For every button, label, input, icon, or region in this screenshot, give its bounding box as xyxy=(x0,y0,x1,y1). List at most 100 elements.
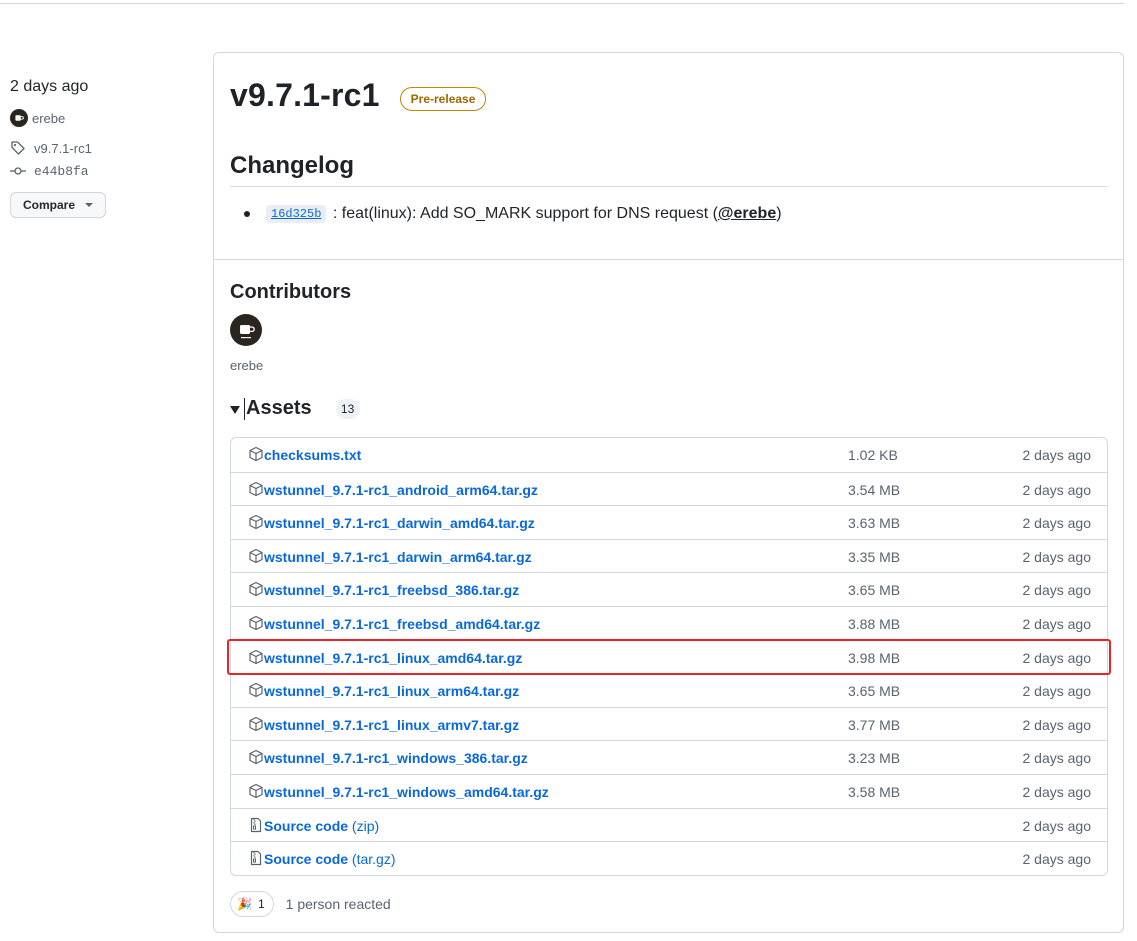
compare-button[interactable]: Compare xyxy=(10,192,107,218)
asset-link[interactable]: wstunnel_9.7.1-rc1_darwin_amd64.tar.gz xyxy=(264,515,535,531)
asset-size: 3.23 MB xyxy=(848,750,901,767)
package-icon xyxy=(248,514,264,530)
asset-link[interactable]: wstunnel_9.7.1-rc1_darwin_arm64.tar.gz xyxy=(264,549,532,565)
bullet-icon xyxy=(244,211,250,217)
asset-row: wstunnel_9.7.1-rc1_linux_arm64.tar.gz 3.6… xyxy=(231,673,1107,707)
asset-row: wstunnel_9.7.1-rc1_darwin_amd64.tar.gz 3.… xyxy=(231,505,1107,539)
source-code-row: Source code (zip) 2 days ago xyxy=(231,807,1107,842)
asset-size: 3.77 MB xyxy=(848,716,901,733)
asset-row: wstunnel_9.7.1-rc1_android_arm64.tar.gz 3… xyxy=(231,471,1107,506)
asset-row: wstunnel_9.7.1-rc1_linux_armv7.tar.gz 3.7… xyxy=(231,706,1107,741)
reaction-summary: 1 person reacted xyxy=(285,896,391,912)
file-zip-icon xyxy=(248,850,264,866)
asset-link[interactable]: wstunnel_9.7.1-rc1_windows_amd64.tar.gz xyxy=(264,784,549,800)
asset-link[interactable]: wstunnel_9.7.1-rc1_freebsd_amd64.tar.gz xyxy=(264,616,540,632)
changelog-commit-link[interactable]: 16d325b xyxy=(266,205,327,223)
asset-size: 3.65 MB xyxy=(848,582,901,599)
author-name[interactable]: erebe xyxy=(32,111,65,126)
package-icon xyxy=(248,481,264,497)
release-meta: 2 days ago erebe v9.7.1-rc1 e44b8fa Comp… xyxy=(10,78,200,218)
compare-label: Compare xyxy=(23,198,76,212)
package-icon xyxy=(248,446,264,462)
author-avatar[interactable] xyxy=(10,108,28,128)
package-icon xyxy=(248,749,264,765)
package-icon xyxy=(248,548,264,564)
changelog-rule xyxy=(230,186,1108,187)
changelog-text-end: ) xyxy=(776,205,782,222)
section-divider xyxy=(214,259,1123,260)
reaction-button[interactable]: 🎉 1 xyxy=(230,891,274,917)
asset-row: wstunnel_9.7.1-rc1_freebsd_amd64.tar.gz 3… xyxy=(231,605,1107,640)
asset-date: 2 days ago xyxy=(1022,582,1092,599)
asset-date: 2 days ago xyxy=(1022,783,1092,800)
release-title[interactable]: v9.7.1-rc1 xyxy=(230,77,380,114)
text-cursor xyxy=(244,397,245,420)
commit-icon xyxy=(10,163,28,179)
package-icon xyxy=(248,615,264,631)
reaction-count: 1 xyxy=(257,897,265,911)
source-code-label: Source code xyxy=(264,817,349,834)
assets-heading: Assets xyxy=(246,397,312,419)
changelog-heading: Changelog xyxy=(230,152,354,179)
asset-date: 2 days ago xyxy=(1022,515,1092,532)
tag-icon xyxy=(10,140,28,156)
release-card: v9.7.1-rc1 Pre-release Changelog 16d325b… xyxy=(213,52,1124,933)
asset-size: 3.35 MB xyxy=(848,548,901,565)
asset-size: 1.02 KB xyxy=(848,447,898,463)
asset-link[interactable]: wstunnel_9.7.1-rc1_android_arm64.tar.gz xyxy=(264,482,538,498)
assets-counter: 13 xyxy=(335,398,360,419)
asset-date: 2 days ago xyxy=(1022,716,1092,733)
asset-row: checksums.txt 1.02 KB 2 days ago xyxy=(231,438,1107,472)
asset-date: 2 days ago xyxy=(1022,851,1092,868)
changelog-text: : feat(linux): Add SO_MARK support for D… xyxy=(328,205,718,222)
asset-date: 2 days ago xyxy=(1022,447,1092,463)
source-code-ext: (zip) xyxy=(351,817,380,834)
source-code-link[interactable]: Source code (tar.gz) xyxy=(264,851,396,867)
asset-date: 2 days ago xyxy=(1022,750,1092,767)
asset-size: 3.58 MB xyxy=(848,783,901,800)
mention-link[interactable]: @erebe xyxy=(718,205,776,223)
contributor-name: erebe xyxy=(230,358,264,373)
changelog-item: 16d325b : feat(linux): Add SO_MARK suppo… xyxy=(244,205,782,223)
asset-row: wstunnel_9.7.1-rc1_windows_386.tar.gz 3.2… xyxy=(231,740,1107,774)
tag-name[interactable]: v9.7.1-rc1 xyxy=(34,141,92,156)
package-icon xyxy=(248,716,264,732)
release-time: 2 days ago xyxy=(10,78,89,95)
reactions-bar: 🎉 1 1 person reacted xyxy=(230,891,391,917)
asset-date: 2 days ago xyxy=(1022,683,1092,700)
party-popper-icon: 🎉 xyxy=(237,897,252,911)
asset-date: 2 days ago xyxy=(1022,481,1092,498)
asset-row: wstunnel_9.7.1-rc1_freebsd_386.tar.gz 3.6… xyxy=(231,572,1107,606)
package-icon xyxy=(248,682,264,698)
assets-toggle[interactable]: Assets 13 xyxy=(230,397,360,420)
asset-link[interactable]: wstunnel_9.7.1-rc1_windows_386.tar.gz xyxy=(264,750,528,766)
source-code-label: Source code xyxy=(264,851,349,868)
asset-date: 2 days ago xyxy=(1022,615,1092,632)
asset-size: 3.54 MB xyxy=(848,481,901,498)
package-icon xyxy=(248,581,264,597)
asset-link[interactable]: wstunnel_9.7.1-rc1_freebsd_386.tar.gz xyxy=(264,582,519,598)
top-divider xyxy=(0,3,1124,4)
file-zip-icon xyxy=(248,817,264,833)
source-code-link[interactable]: Source code (zip) xyxy=(264,818,379,834)
asset-row: wstunnel_9.7.1-rc1_darwin_arm64.tar.gz 3.… xyxy=(231,538,1107,573)
commit-sha[interactable]: e44b8fa xyxy=(34,164,89,179)
asset-size: 3.88 MB xyxy=(848,615,901,632)
contributors-heading: Contributors xyxy=(230,281,352,303)
tag-link[interactable]: v9.7.1-rc1 xyxy=(10,138,200,158)
asset-link[interactable]: checksums.txt xyxy=(264,447,361,463)
asset-size: 3.65 MB xyxy=(848,683,901,700)
asset-link[interactable]: wstunnel_9.7.1-rc1_linux_arm64.tar.gz xyxy=(264,683,519,699)
author-link[interactable]: erebe xyxy=(10,106,200,130)
asset-row: wstunnel_9.7.1-rc1_windows_amd64.tar.gz 3… xyxy=(231,773,1107,808)
contributor-avatar[interactable] xyxy=(230,314,262,351)
triangle-down-icon xyxy=(230,405,240,414)
package-icon xyxy=(248,783,264,799)
asset-link[interactable]: wstunnel_9.7.1-rc1_linux_armv7.tar.gz xyxy=(264,717,519,733)
commit-link[interactable]: e44b8fa xyxy=(10,161,200,181)
chevron-down-icon xyxy=(85,203,94,207)
asset-date: 2 days ago xyxy=(1022,817,1092,834)
asset-date: 2 days ago xyxy=(1022,548,1092,565)
source-code-row: Source code (tar.gz) 2 days ago xyxy=(231,841,1107,875)
prerelease-badge: Pre-release xyxy=(399,86,487,111)
